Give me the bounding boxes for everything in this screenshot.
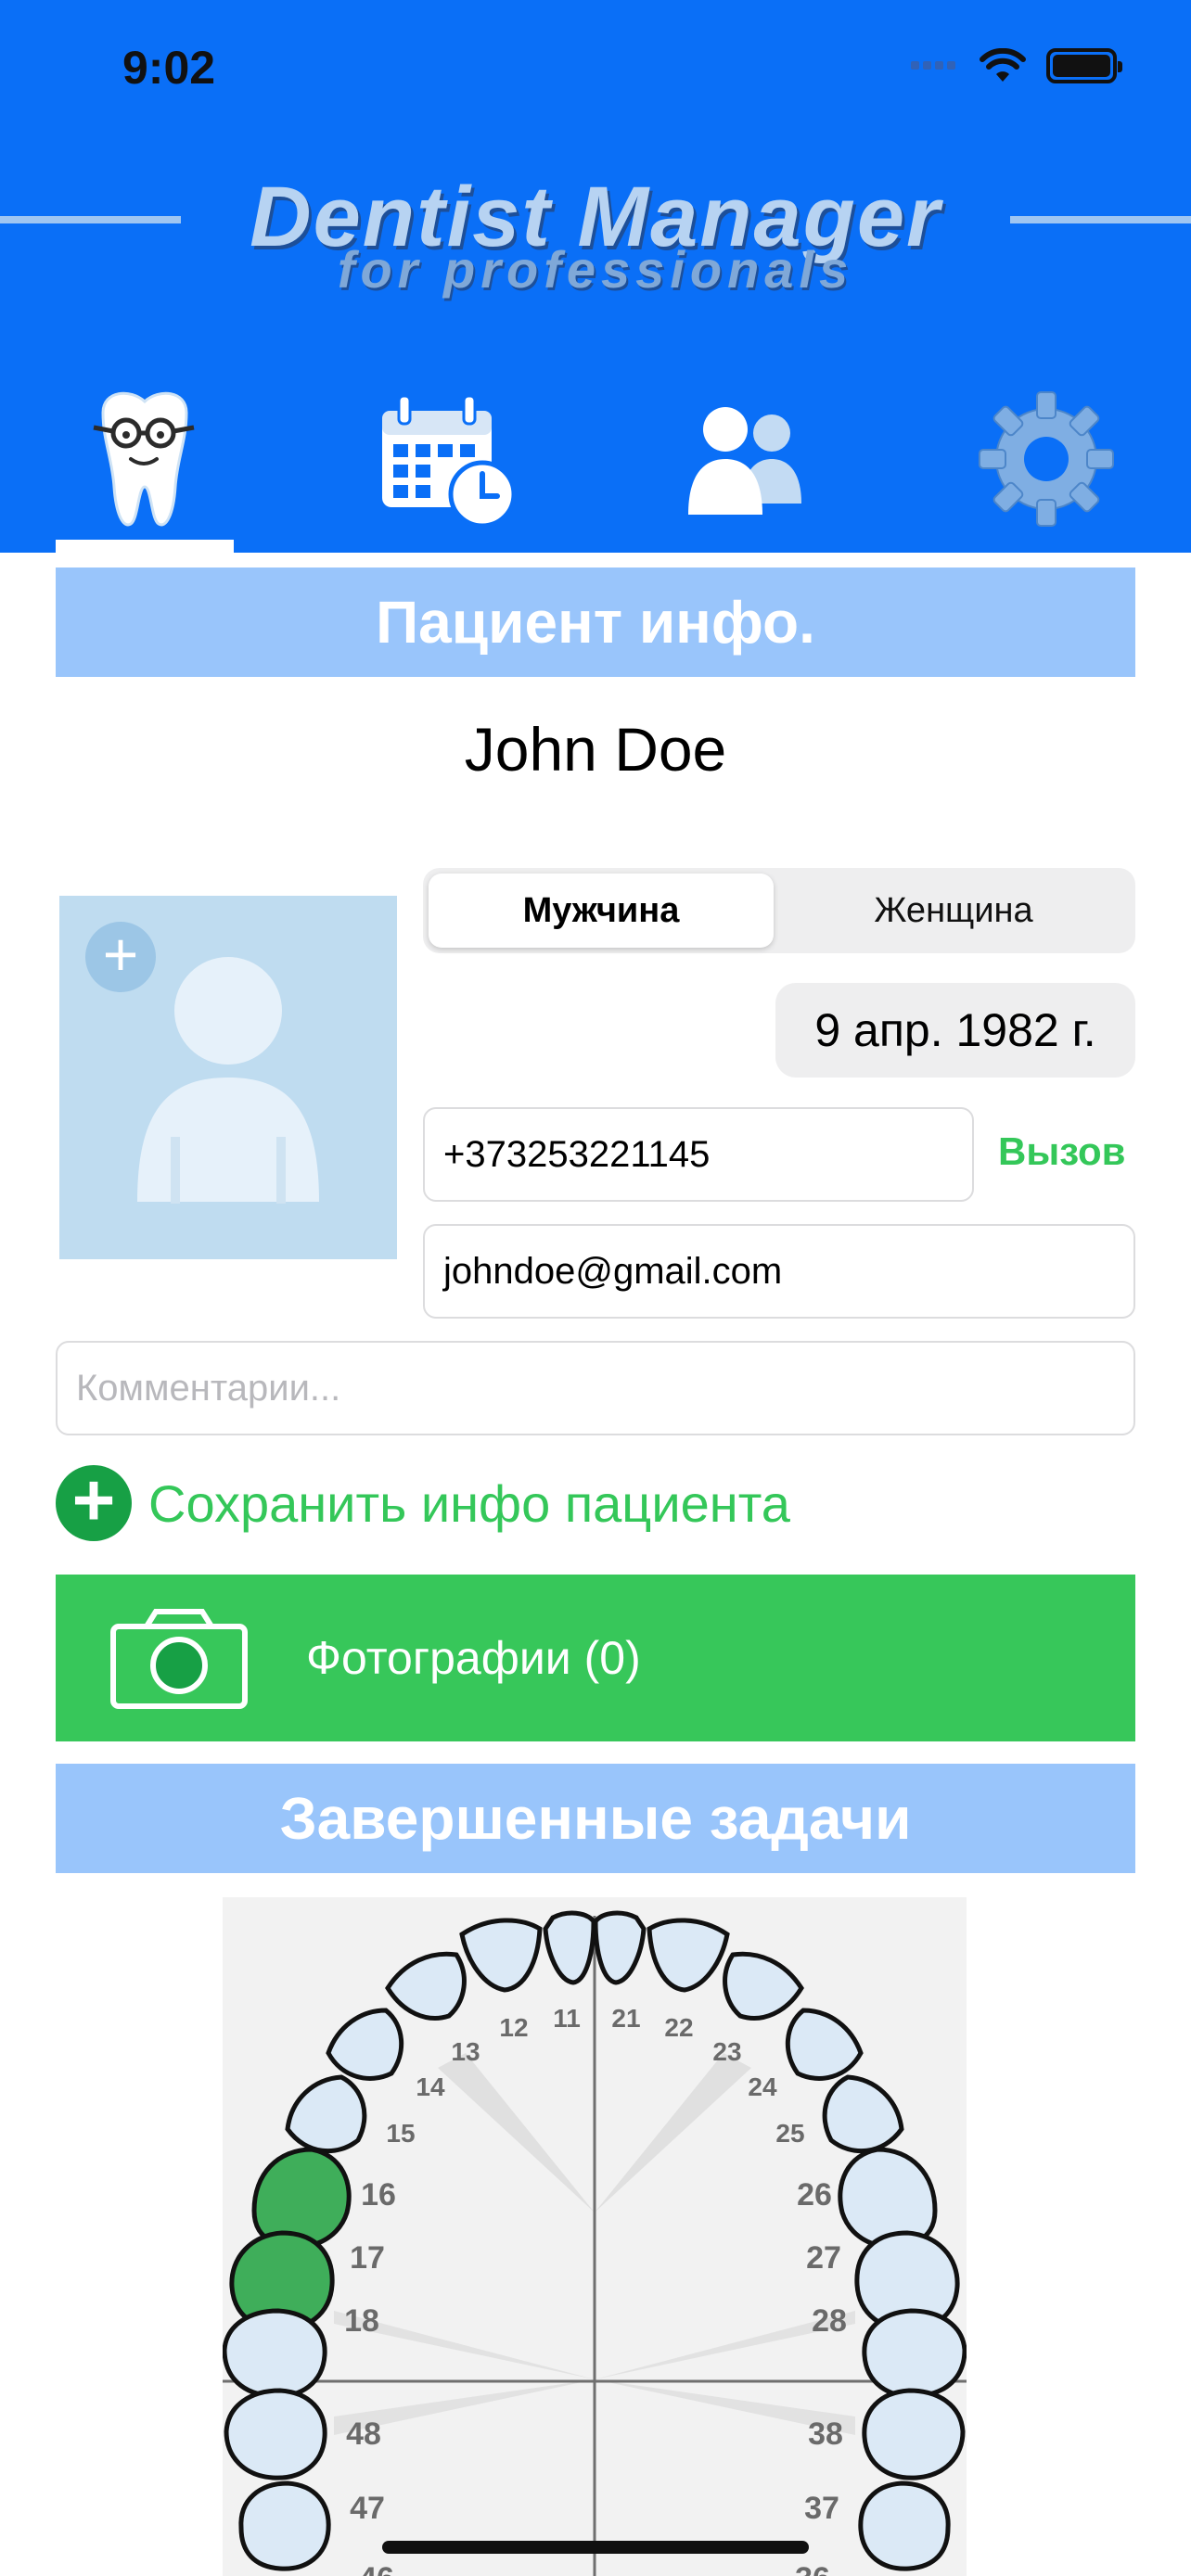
tooth-label-47: 47 [350,2491,385,2526]
tooth-label-24: 24 [748,2072,777,2101]
patient-name[interactable]: John Doe [0,714,1191,784]
calendar-clock-icon [382,394,517,529]
phone-field[interactable]: +373253221145 [423,1107,974,1202]
patient-info-header: Пациент инфо. [56,567,1135,677]
gender-female-option[interactable]: Женщина [781,874,1126,948]
tooth-label-25: 25 [775,2119,804,2148]
photos-button[interactable]: Фотографии (0) [56,1575,1135,1741]
tooth-label-17: 17 [350,2240,385,2276]
tooth-label-22: 22 [664,2013,693,2042]
tooth-label-12: 12 [499,2013,528,2042]
completed-tasks-header: Завершенные задачи [56,1764,1135,1873]
call-button[interactable]: Вызов [998,1129,1126,1174]
plus-circle-icon: + [56,1463,132,1541]
teeth-chart[interactable]: 11 12 13 14 15 16 17 18 21 22 23 24 25 2… [223,1897,967,2576]
save-patient-label: Сохранить инфо пациента [148,1473,790,1533]
tooth-label-16: 16 [361,2177,396,2213]
comments-field[interactable]: Комментарии... [56,1341,1135,1435]
tooth-label-13: 13 [451,2037,480,2066]
tab-settings[interactable] [954,371,1139,547]
tooth-label-11: 11 [553,2004,581,2033]
people-icon [688,407,801,515]
tab-patient[interactable] [52,371,237,547]
save-patient-button[interactable]: + Сохранить инфо пациента [56,1463,790,1541]
tab-patients[interactable] [653,371,839,547]
tooth-label-15: 15 [386,2119,415,2148]
tooth-label-46: 46 [359,2561,394,2576]
tooth-label-14: 14 [416,2072,445,2101]
tooth-label-23: 23 [712,2037,741,2066]
patient-photo[interactable]: + [59,896,397,1259]
tooth-label-28: 28 [812,2303,847,2339]
tooth-doctor-icon [93,391,195,527]
email-field[interactable]: johndoe@gmail.com [423,1224,1135,1319]
tooth-label-36: 36 [795,2561,830,2576]
camera-icon [110,1609,248,1709]
dental-arch-diagram: 11 12 13 14 15 16 17 18 21 22 23 24 25 2… [223,1910,967,2576]
app-logo-subtitle: for professionals [337,240,854,299]
home-indicator[interactable] [382,2541,809,2554]
tooth-label-26: 26 [797,2177,832,2213]
tooth-label-21: 21 [611,2004,640,2033]
tab-calendar[interactable] [354,371,540,547]
status-icons [911,48,1122,83]
birth-date-picker[interactable]: 9 апр. 1982 г. [775,983,1135,1078]
gender-male-option[interactable]: Мужчина [429,874,774,948]
tab-selected-indicator [56,540,234,553]
photos-label: Фотографии (0) [306,1632,641,1684]
battery-icon [1046,48,1122,83]
signal-icon [911,57,959,74]
tooth-label-18: 18 [344,2303,379,2339]
add-photo-icon[interactable]: + [85,922,156,992]
wifi-icon [980,48,1026,82]
tooth-label-48: 48 [346,2417,381,2452]
tooth-label-27: 27 [806,2240,841,2276]
tooth-label-37: 37 [804,2491,839,2526]
tooth-label-38: 38 [808,2417,843,2452]
status-time: 9:02 [122,42,216,94]
main-tabs [0,371,1191,553]
gear-icon [979,391,1114,527]
gender-segmented-control: Мужчина Женщина [423,868,1135,953]
app-header: 9:02 Dentist Manager for professionals [0,0,1191,553]
